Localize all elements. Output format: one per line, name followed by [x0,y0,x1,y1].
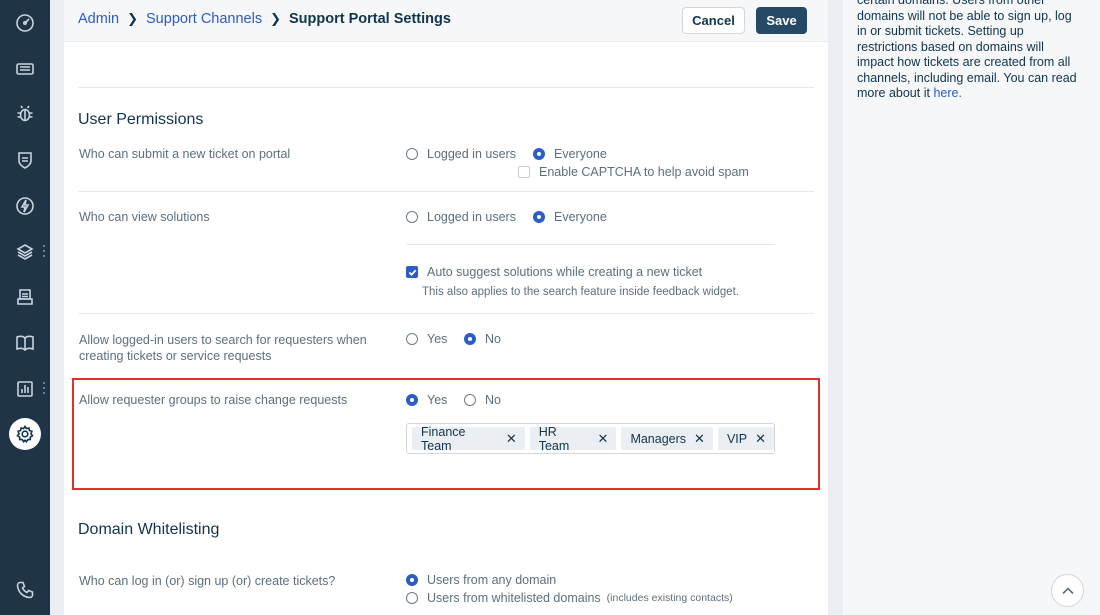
group-tag: HR Team ✕ [529,424,617,453]
tag-label: Managers [630,431,687,446]
divider [78,313,814,314]
help-text: certain domains. Users from other domain… [857,0,1082,102]
radio-checked-icon [533,211,545,223]
submit-ticket-label: Who can submit a new ticket on portal [79,147,291,161]
tag-label: Finance Team [421,424,466,453]
radio-label: Logged in users [427,147,516,161]
radio-label: No [485,332,501,346]
help-panel: certain domains. Users from other domain… [843,0,1100,615]
search-requesters-label: Allow logged-in users to search for requ… [79,333,367,363]
radio-checked-icon [406,574,418,586]
analytics-more-dots[interactable] [42,382,46,394]
domain-whitelisting-title: Domain Whitelisting [78,521,220,538]
view-solutions-logged-in-radio[interactable]: Logged in users [406,210,516,224]
requester-groups-input[interactable]: Finance Team ✕ HR Team ✕ Managers ✕ VIP ✕ [406,423,775,454]
breadcrumb-support-channels-link[interactable]: Support Channels [146,11,262,27]
change-requests-no-radio[interactable]: No [464,393,501,407]
radio-label: Logged in users [427,210,516,224]
radio-label: Users from whitelisted domains [427,591,601,605]
inbox-icon[interactable] [0,279,50,315]
chevron-right-icon: ❯ [270,11,281,26]
divider [78,87,814,88]
radio-checked-icon [406,394,418,406]
assets-more-dots[interactable] [42,245,46,257]
submit-ticket-everyone-radio[interactable]: Everyone [533,147,607,161]
cancel-button[interactable]: Cancel [682,7,745,34]
radio-unchecked-icon [406,148,418,160]
search-requesters-yes-radio[interactable]: Yes [406,332,447,346]
group-tag: VIP ✕ [717,427,774,450]
change-requests-yes-radio[interactable]: Yes [406,393,447,407]
domain-login-label: Who can log in (or) sign up (or) create … [79,574,336,588]
tickets-icon[interactable] [0,51,50,87]
divider [78,191,814,192]
breadcrumb: Admin ❯ Support Channels ❯ Support Porta… [78,11,451,27]
scroll-to-top-button[interactable] [1051,574,1084,607]
chevron-up-icon [1061,586,1074,594]
left-nav [0,0,50,615]
whitelist-note: (includes existing contacts) [606,592,733,604]
radio-label: Everyone [554,147,607,161]
remove-tag-icon[interactable]: ✕ [506,431,517,447]
submit-ticket-logged-in-radio[interactable]: Logged in users [406,147,516,161]
tag-label: VIP [726,431,748,446]
captcha-label: Enable CAPTCHA to help avoid spam [539,165,749,179]
remove-tag-icon[interactable]: ✕ [755,431,766,447]
radio-unchecked-icon [406,333,418,345]
auto-suggest-note: This also applies to the search feature … [422,286,740,298]
group-tag: Managers ✕ [621,427,713,450]
breadcrumb-admin-link[interactable]: Admin [78,11,119,27]
radio-unchecked-icon [464,394,476,406]
checkbox-checked-icon [406,266,418,278]
auto-suggest-checkbox[interactable]: Auto suggest solutions while creating a … [406,265,702,279]
radio-label: Users from any domain [427,573,557,587]
solutions-icon[interactable] [0,325,50,361]
tag-label: HR Team [538,424,570,453]
any-domain-radio[interactable]: Users from any domain [406,573,556,587]
user-permissions-title: User Permissions [78,111,204,128]
remove-tag-icon[interactable]: ✕ [598,431,609,447]
save-button[interactable]: Save [756,7,807,34]
releases-icon[interactable] [0,188,50,224]
dashboard-icon[interactable] [0,5,50,41]
help-here-link[interactable]: here. [933,86,962,100]
radio-label: Yes [427,393,448,407]
admin-gear-icon[interactable] [0,416,50,452]
radio-unchecked-icon [406,592,418,604]
radio-label: Yes [427,332,448,346]
radio-label: Everyone [554,210,607,224]
page-title: Support Portal Settings [289,11,451,27]
auto-suggest-label: Auto suggest solutions while creating a … [427,265,703,279]
chevron-right-icon: ❯ [127,11,139,26]
changes-icon[interactable] [0,142,50,178]
captcha-checkbox[interactable]: Enable CAPTCHA to help avoid spam [518,165,749,179]
radio-checked-icon [533,148,545,160]
remove-tag-icon[interactable]: ✕ [694,431,705,447]
view-solutions-everyone-radio[interactable]: Everyone [533,210,607,224]
group-tag: Finance Team ✕ [412,424,525,453]
help-body: certain domains. Users from other domain… [857,0,1077,100]
search-requesters-no-radio[interactable]: No [464,332,501,346]
view-solutions-label: Who can view solutions [79,210,210,224]
problems-icon[interactable] [0,96,50,132]
checkbox-unchecked-icon [518,166,530,178]
radio-unchecked-icon [406,211,418,223]
radio-checked-icon [464,333,476,345]
page-header: Admin ❯ Support Channels ❯ Support Porta… [64,0,828,42]
radio-label: No [485,393,501,407]
change-requests-label: Allow requester groups to raise change r… [79,393,348,407]
divider [406,244,775,245]
whitelisted-domain-radio[interactable]: Users from whitelisted domains (includes… [406,591,733,605]
phone-icon[interactable] [0,572,50,608]
